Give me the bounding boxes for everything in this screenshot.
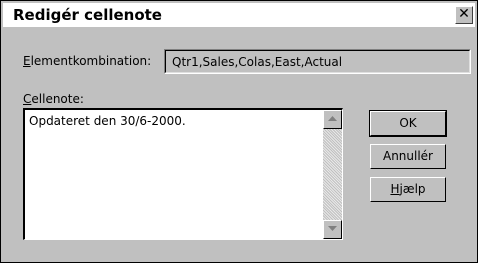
close-button[interactable]: ✕ bbox=[455, 6, 473, 24]
ok-button[interactable]: OK bbox=[369, 110, 447, 137]
scroll-down-button[interactable] bbox=[323, 220, 342, 239]
scroll-down-arrow-icon bbox=[328, 226, 337, 231]
close-icon: ✕ bbox=[458, 6, 470, 22]
cell-note-text: Opdateret den 30/6-2000. bbox=[29, 114, 186, 128]
element-combination-label: Elementkombination: bbox=[23, 54, 151, 68]
element-combination-label-text: lementkombination: bbox=[30, 54, 152, 68]
vertical-scrollbar[interactable] bbox=[323, 110, 342, 239]
cancel-button[interactable]: Annullér bbox=[370, 144, 446, 169]
scroll-up-arrow-icon bbox=[328, 116, 337, 121]
cell-note-label: Cellenote: bbox=[23, 92, 84, 106]
dialog-title: Redigér cellenote bbox=[13, 6, 162, 24]
scroll-up-button[interactable] bbox=[323, 110, 342, 129]
element-combination-field: Qtr1,Sales,Colas,East,Actual bbox=[164, 49, 471, 74]
cell-note-textarea[interactable]: Opdateret den 30/6-2000. bbox=[23, 108, 343, 240]
edit-cell-note-dialog: Redigér cellenote ✕ Elementkombination: … bbox=[0, 0, 478, 263]
cell-note-label-text: ellenote: bbox=[31, 92, 84, 106]
element-combination-accel: E bbox=[23, 54, 31, 68]
help-button[interactable]: Hjælp bbox=[370, 177, 446, 202]
element-combination-value: Qtr1,Sales,Colas,East,Actual bbox=[165, 50, 470, 73]
title-bar: Redigér cellenote ✕ bbox=[3, 3, 475, 27]
help-label-text: jælp bbox=[399, 182, 426, 196]
